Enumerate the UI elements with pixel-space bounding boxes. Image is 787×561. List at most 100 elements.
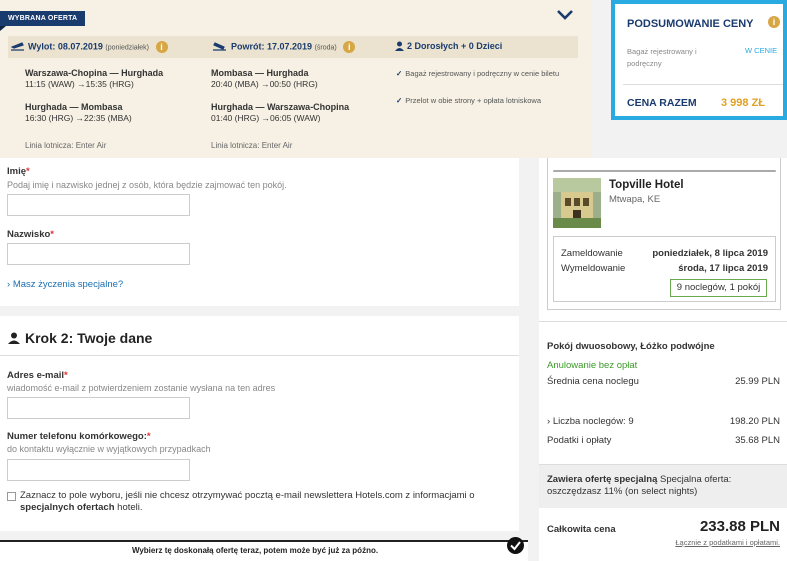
leg-time: 11:15 (WAW) →15:35 (HRG): [25, 79, 134, 89]
return-leg-1: Mombasa — Hurghada 20:40 (MBA) →00:50 (H…: [211, 68, 318, 89]
outbound-leg-2: Hurghada — Mombasa 16:30 (HRG) →22:35 (M…: [25, 102, 132, 123]
info-icon[interactable]: i: [155, 41, 168, 53]
hotel-location: Mtwapa, KE: [609, 194, 661, 205]
user-icon: [8, 332, 20, 344]
leg-route: Hurghada — Mombasa: [25, 102, 123, 112]
divider: [539, 321, 787, 322]
people-icon: [395, 41, 404, 51]
outbound-day: (poniedziałek): [105, 44, 149, 52]
link-text: Masz życzenia specjalne?: [12, 279, 124, 290]
first-name-label: Imię*: [7, 166, 30, 177]
avg-price-value: 25.99 PLN: [735, 376, 780, 387]
special-offer-box: Zawiera ofertę specjalną Specjalna ofert…: [539, 464, 787, 508]
phone-hint: do kontaktu wyłącznie w wyjątkowych przy…: [7, 444, 211, 454]
outbound-date: Wylot: 08.07.2019: [28, 41, 103, 52]
checkout-value: środa, 17 lipca 2019: [678, 263, 768, 274]
chevron-down-icon[interactable]: [555, 6, 575, 24]
outbound-airline: Linia lotnicza: Enter Air: [25, 141, 107, 150]
step2-title-text: Krok 2: Twoje dane: [25, 330, 153, 346]
chevron-right-icon: ›: [7, 279, 11, 290]
hotel-total-label: Całkowita cena: [547, 524, 616, 535]
special-offer-bold: Zawiera ofertę specjalną: [547, 474, 658, 485]
label-text: Adres e-mail: [7, 370, 65, 381]
divider: [553, 170, 776, 172]
label-text: Numer telefonu komórkowego:: [7, 431, 147, 442]
nights-badge: 9 noclegów, 1 pokój: [670, 279, 767, 297]
email-input[interactable]: [7, 397, 190, 419]
check-circle-icon: [507, 537, 524, 554]
newsletter-checkbox[interactable]: [7, 492, 16, 501]
check-icon: ✓: [396, 69, 403, 78]
checkin-value: poniedziałek, 8 lipca 2019: [652, 248, 768, 259]
leg-time: 01:40 (HRG) →06:05 (WAW): [211, 113, 321, 123]
included-text: Przelot w obie strony + opłata lotniskow…: [405, 96, 541, 105]
last-name-input[interactable]: [7, 243, 190, 265]
baggage-value: W CENIE: [745, 46, 778, 55]
phone-input[interactable]: [7, 459, 190, 481]
return-day: (środa): [314, 44, 337, 52]
taxes-value: 35.68 PLN: [735, 435, 780, 446]
first-name-hint: Podaj imię i nazwisko jednej z osób, któ…: [7, 180, 287, 190]
nights-count-link[interactable]: › Liczba noclegów: 9: [547, 416, 634, 427]
last-name-label: Nazwisko*: [7, 229, 54, 240]
leg-route: Mombasa — Hurghada: [211, 68, 309, 78]
travellers-header: 2 Dorosłych + 0 Dzieci: [395, 41, 503, 51]
plane-arrival-icon: [213, 42, 226, 51]
nights-total-value: 198.20 PLN: [729, 416, 780, 427]
total-price-label: CENA RAZEM: [627, 97, 697, 109]
email-label: Adres e-mail*: [7, 370, 68, 381]
price-summary-title: PODSUMOWANIE CENY: [627, 18, 754, 30]
email-hint: wiadomość e-mail z potwierdzeniem zostan…: [7, 383, 276, 393]
required-mark: *: [50, 229, 54, 240]
info-icon[interactable]: i: [768, 16, 780, 28]
hotel-name[interactable]: Topville Hotel: [609, 179, 684, 191]
checkout-label: Wymeldowanie: [561, 263, 626, 274]
return-date: Powrót: 17.07.2019: [231, 41, 313, 52]
outbound-header: Wylot: 08.07.2019 (poniedziałek) i: [11, 41, 168, 53]
free-cancellation: Anulowanie bez opłat: [547, 360, 638, 371]
label-text: Nazwisko: [7, 229, 51, 240]
plane-departure-icon: [11, 42, 24, 51]
selected-offer-tag: WYBRANA OFERTA: [0, 11, 86, 31]
avg-price-label: Średnia cena noclegu: [547, 376, 639, 387]
baggage-label: Bagaż rejestrowany i podręczny: [627, 47, 697, 68]
urgency-banner-text: Wybierz tę doskonałą ofertę teraz, potem…: [131, 546, 379, 555]
leg-route: Warszawa-Chopina — Hurghada: [25, 68, 164, 78]
check-icon: ✓: [396, 96, 403, 105]
required-mark: *: [26, 166, 30, 177]
special-requests-link[interactable]: › Masz życzenia specjalne?: [7, 279, 123, 290]
newsletter-text: Zaznacz to pole wyboru, jeśli nie chcesz…: [20, 490, 500, 514]
hotel-thumbnail[interactable]: [553, 178, 601, 228]
price-summary-box: PODSUMOWANIE CENY i Bagaż rejestrowany i…: [611, 0, 787, 120]
newsletter-bold: specjalnych ofertach: [20, 502, 115, 513]
phone-label: Numer telefonu komórkowego:*: [7, 431, 151, 442]
included-text: Bagaż rejestrowany i podręczny w cenie b…: [405, 69, 560, 78]
total-price-value: 3 998 ZŁ: [721, 97, 766, 109]
required-mark: *: [146, 431, 151, 442]
hotel-photo: [553, 178, 601, 228]
included-item-baggage: ✓ Bagaż rejestrowany i podręczny w cenie …: [396, 68, 571, 79]
required-mark: *: [64, 370, 68, 381]
outbound-leg-1: Warszawa-Chopina — Hurghada 11:15 (WAW) …: [25, 68, 163, 89]
hotel-total-value: 233.88 PLN: [699, 518, 780, 535]
step2-title: Krok 2: Twoje dane: [8, 330, 152, 346]
return-airline: Linia lotnicza: Enter Air: [211, 141, 293, 150]
first-name-input[interactable]: [7, 194, 190, 216]
newsletter-tail: hoteli.: [117, 502, 143, 513]
included-item-flight: ✓ Przelot w obie strony + opłata lotnisko…: [396, 95, 576, 106]
divider: [0, 355, 519, 356]
divider: [623, 84, 783, 85]
return-header: Powrót: 17.07.2019 (środa) i: [213, 41, 356, 53]
info-icon[interactable]: i: [343, 41, 356, 53]
link-text: Liczba noclegów: 9: [552, 416, 634, 427]
leg-route: Hurghada — Warszawa-Chopina: [211, 102, 350, 112]
checkin-label: Zameldowanie: [561, 248, 623, 259]
label-text: Imię: [7, 166, 27, 177]
travellers-count: 2 Dorosłych + 0 Dzieci: [407, 41, 503, 51]
room-type: Pokój dwuosobowy, Łóżko podwójne: [547, 341, 715, 352]
leg-time: 20:40 (MBA) →00:50 (HRG): [211, 79, 318, 89]
return-leg-2: Hurghada — Warszawa-Chopina 01:40 (HRG) …: [211, 102, 349, 123]
leg-time: 16:30 (HRG) →22:35 (MBA): [25, 113, 132, 123]
taxes-label: Podatki i opłaty: [547, 435, 612, 446]
hotel-total-note[interactable]: Łącznie z podatkami i opłatami.: [640, 538, 780, 547]
